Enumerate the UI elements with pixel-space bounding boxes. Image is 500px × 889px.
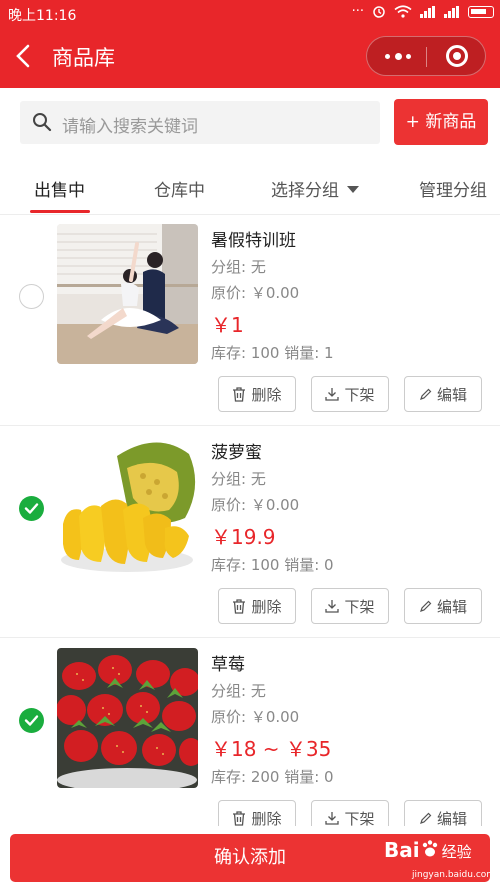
capsule-divider: [426, 47, 427, 67]
trash-icon: [233, 386, 246, 402]
product-name: 暑假特训班: [211, 231, 296, 251]
edit-label: 编辑: [436, 385, 467, 404]
delete-label: 删除: [251, 385, 282, 404]
new-product-button[interactable]: + 新商品: [394, 99, 488, 145]
status-time: 晚上11:16: [8, 8, 77, 24]
delete-label: 删除: [251, 597, 282, 616]
delete-button[interactable]: 删除: [218, 588, 296, 624]
product-item: 菠萝蜜 分组: 无 原价: ￥0.00 ￥19.9 库存: 100 销量: 0 …: [0, 426, 500, 638]
watermark-url: jingyan.baidu.com: [412, 870, 496, 880]
signal-icon: [444, 5, 460, 18]
product-original-price: 原价: ￥0.00: [211, 496, 300, 514]
select-checkbox[interactable]: [19, 284, 44, 309]
trash-icon: [233, 598, 246, 614]
product-original-price: 原价: ￥0.00: [211, 284, 300, 302]
wifi-icon: [394, 5, 412, 18]
product-stock-sales: 库存: 200 销量: 0: [211, 768, 334, 786]
active-tab-indicator: [30, 210, 90, 213]
bottom-bar: 确认添加 Bai 经验 jingyan.baidu.com: [0, 826, 500, 889]
status-bar: 晚上11:16 ···: [0, 0, 500, 28]
tab-select-group-label: 选择分组: [271, 181, 339, 201]
check-icon: [24, 503, 39, 514]
mini-program-capsule: [366, 36, 486, 76]
pencil-icon: [420, 812, 432, 824]
download-icon: [325, 600, 340, 613]
product-price: ￥19.9: [211, 525, 276, 549]
product-stock-sales: 库存: 100 销量: 1: [211, 344, 334, 362]
tab-on-sale[interactable]: 出售中: [34, 176, 85, 201]
close-target-icon[interactable]: [446, 45, 468, 67]
edit-button[interactable]: 编辑: [404, 588, 482, 624]
tab-select-group[interactable]: 选择分组: [271, 176, 359, 201]
product-name: 草莓: [211, 655, 245, 675]
product-group: 分组: 无: [211, 682, 266, 700]
more-dots-icon: ···: [351, 4, 364, 19]
edit-button[interactable]: 编辑: [404, 376, 482, 412]
edit-label: 编辑: [436, 597, 467, 616]
alarm-icon: [373, 5, 385, 18]
select-checkbox-checked[interactable]: [19, 496, 44, 521]
page-title: 商品库: [52, 46, 115, 70]
product-name: 菠萝蜜: [211, 443, 262, 463]
paw-icon: [422, 840, 437, 857]
unlist-button[interactable]: 下架: [311, 376, 389, 412]
watermark-text: Bai: [384, 838, 420, 862]
back-icon[interactable]: [12, 38, 42, 74]
watermark-logo: Bai 经验: [384, 838, 472, 862]
status-icons: ···: [352, 4, 494, 19]
signal-icon: [420, 5, 436, 18]
product-group: 分组: 无: [211, 470, 266, 488]
product-image-jackfruit: [57, 436, 198, 576]
watermark-suffix: 经验: [441, 843, 472, 861]
search-icon: [33, 113, 52, 132]
trash-icon: [233, 810, 246, 826]
battery-icon: [468, 5, 494, 18]
product-price: ￥18 ~ ￥35: [211, 737, 332, 761]
product-price: ￥1: [211, 313, 244, 337]
unlist-button[interactable]: 下架: [311, 588, 389, 624]
download-icon: [325, 388, 340, 401]
product-original-price: 原价: ￥0.00: [211, 708, 300, 726]
product-item: 暑假特训班 分组: 无 原价: ￥0.00 ￥1 库存: 100 销量: 1 删…: [0, 214, 500, 426]
pencil-icon: [420, 600, 432, 612]
unlist-label: 下架: [344, 597, 375, 616]
product-image-strawberry: [57, 648, 198, 788]
check-icon: [24, 715, 39, 726]
more-menu-icon[interactable]: [385, 53, 411, 60]
search-placeholder: 请输入搜索关键词: [62, 117, 198, 137]
tab-manage-groups[interactable]: 管理分组: [419, 176, 487, 201]
unlist-label: 下架: [344, 385, 375, 404]
delete-button[interactable]: 删除: [218, 376, 296, 412]
product-item: 草莓 分组: 无 原价: ￥0.00 ￥18 ~ ￥35 库存: 200 销量:…: [0, 638, 500, 850]
product-group: 分组: 无: [211, 258, 266, 276]
tab-in-warehouse[interactable]: 仓库中: [154, 176, 205, 201]
tab-bar: 出售中 仓库中 选择分组 管理分组: [0, 160, 500, 215]
title-bar: 商品库: [0, 28, 500, 88]
select-checkbox-checked[interactable]: [19, 708, 44, 733]
product-stock-sales: 库存: 100 销量: 0: [211, 556, 334, 574]
search-input[interactable]: 请输入搜索关键词: [20, 101, 380, 144]
caret-down-icon: [347, 186, 359, 193]
pencil-icon: [420, 388, 432, 400]
download-icon: [325, 812, 340, 825]
top-bar: 晚上11:16 ··· 商品库: [0, 0, 500, 88]
product-image-dance-class: [57, 224, 198, 364]
